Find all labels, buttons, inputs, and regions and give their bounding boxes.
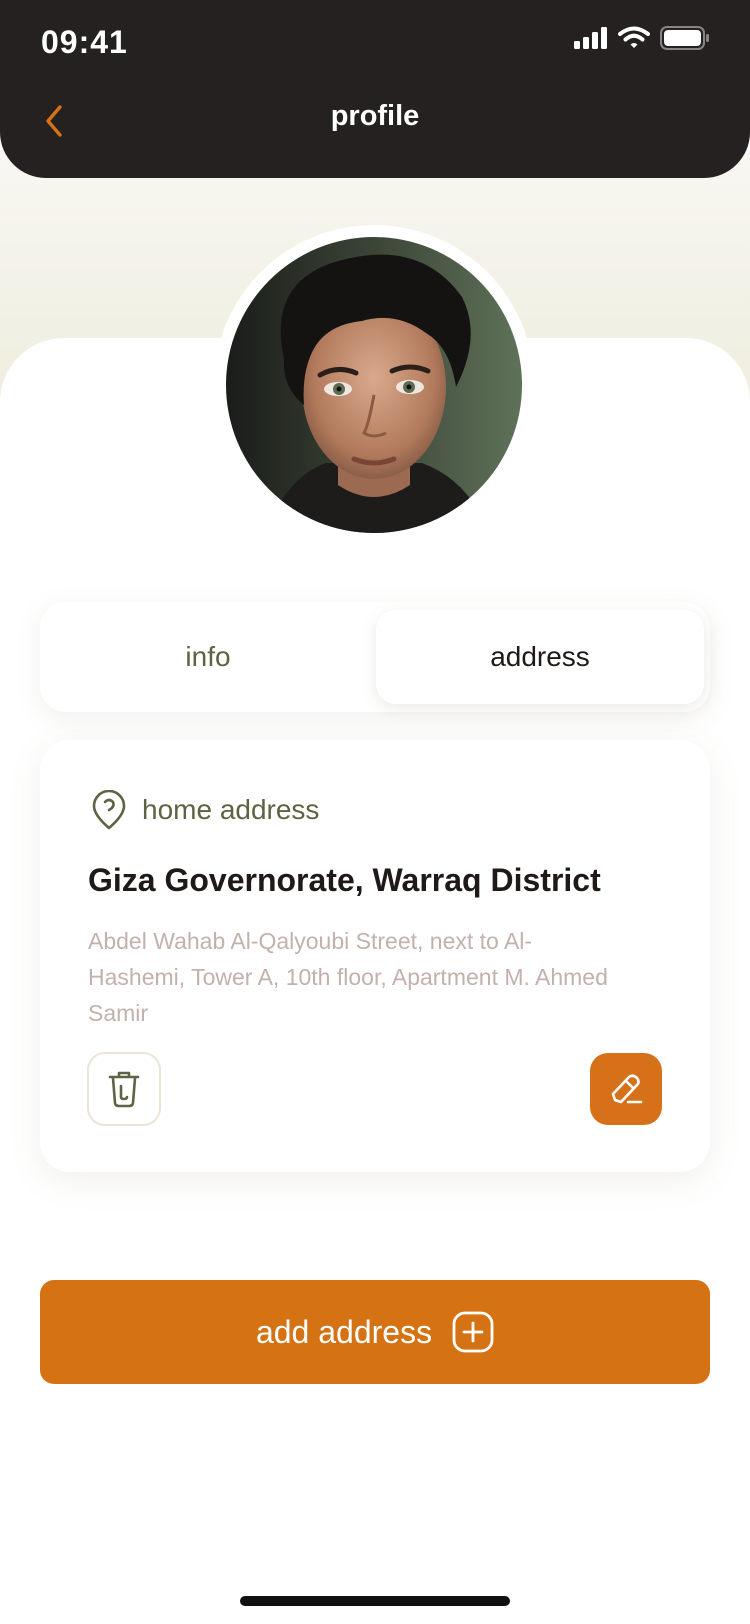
address-type-label: home address <box>142 794 320 825</box>
profile-photo <box>226 237 522 533</box>
tab-info[interactable]: info <box>44 610 372 704</box>
address-title: Giza Governorate, Warraq District <box>88 862 601 898</box>
wifi-icon <box>618 26 650 48</box>
plus-square-icon <box>452 1311 494 1353</box>
profile-tabs: info address <box>40 602 710 712</box>
battery-icon <box>660 26 709 50</box>
pencil-icon <box>611 1074 643 1104</box>
delete-address-button[interactable] <box>87 1052 161 1126</box>
status-time: 09:41 <box>41 24 128 60</box>
page-title: profile <box>330 100 420 132</box>
add-address-button[interactable]: add address <box>40 1280 710 1384</box>
status-icons <box>574 26 710 50</box>
location-pin-icon <box>92 790 126 830</box>
top-bar: 09:41 profile <box>0 0 750 178</box>
avatar[interactable] <box>214 225 534 545</box>
home-indicator <box>240 1596 510 1606</box>
address-card: home address Giza Governorate, Warraq Di… <box>40 740 710 1172</box>
tab-address[interactable]: address <box>376 610 704 704</box>
signal-icon <box>574 27 607 49</box>
trash-icon <box>108 1071 140 1108</box>
edit-address-button[interactable] <box>590 1053 662 1125</box>
add-address-label: add address <box>255 1313 433 1350</box>
address-type-row: home address <box>92 790 319 830</box>
address-detail: Abdel Wahab Al-Qalyoubi Street, next to … <box>88 928 608 1026</box>
